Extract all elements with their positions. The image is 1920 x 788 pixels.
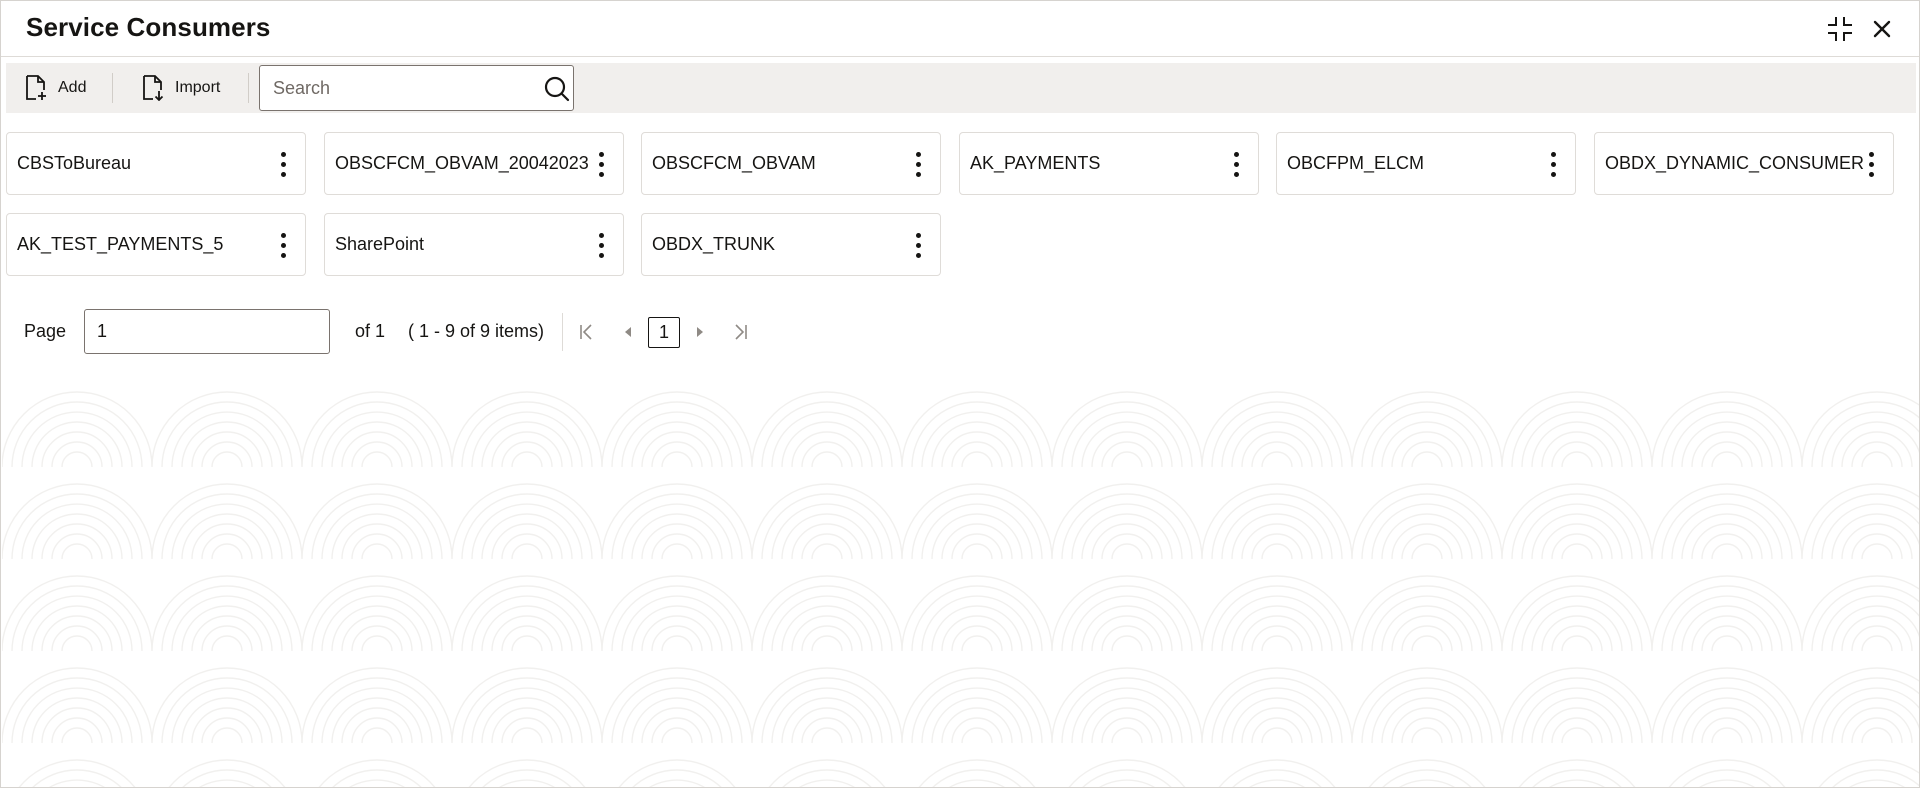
kebab-dot-icon	[915, 171, 921, 177]
card-actions-menu[interactable]	[271, 228, 295, 262]
kebab-dot-icon	[280, 171, 286, 177]
card-label: OBSCFCM_OBVAM	[652, 153, 816, 173]
pagination-bar: Page of 1 ( 1 - 9 of 9 items) 1	[1, 309, 801, 355]
toolbar-divider	[112, 73, 113, 103]
kebab-dot-icon	[915, 252, 921, 258]
toolbar: Add Import	[6, 63, 1916, 113]
add-button[interactable]: Add	[16, 70, 94, 106]
import-button-label: Import	[175, 79, 221, 96]
import-button[interactable]: Import	[133, 70, 228, 106]
search-field	[259, 65, 574, 111]
page-label: Page	[24, 321, 67, 341]
previous-page-icon	[625, 327, 631, 337]
service-consumer-card[interactable]: AK_TEST_PAYMENTS_5	[6, 213, 306, 276]
service-consumer-card[interactable]: SharePoint	[324, 213, 624, 276]
search-icon[interactable]	[544, 76, 570, 102]
pagination-divider	[562, 313, 563, 351]
kebab-dot-icon	[598, 171, 604, 177]
kebab-dot-icon	[1868, 171, 1874, 177]
kebab-dot-icon	[1868, 161, 1874, 167]
card-actions-menu[interactable]	[589, 228, 613, 262]
card-label: OBDX_TRUNK	[652, 234, 776, 254]
next-page-button[interactable]	[689, 321, 711, 343]
close-icon	[1873, 20, 1891, 38]
kebab-dot-icon	[598, 161, 604, 167]
kebab-dot-icon	[280, 242, 286, 248]
collapse-icon	[1828, 17, 1852, 41]
service-consumer-card[interactable]: OBDX_TRUNK	[641, 213, 941, 276]
kebab-dot-icon	[1550, 161, 1556, 167]
add-document-icon	[26, 75, 46, 100]
kebab-dot-icon	[1550, 151, 1556, 157]
kebab-dot-icon	[280, 232, 286, 238]
import-document-icon	[143, 75, 164, 101]
page-1-button[interactable]: 1	[648, 317, 680, 348]
next-page-icon	[697, 327, 703, 337]
card-label: OBDX_DYNAMIC_CONSUMER	[1605, 153, 1865, 173]
service-consumer-card[interactable]: OBCFPM_ELCM	[1276, 132, 1576, 195]
card-label: CBSToBureau	[17, 153, 132, 173]
card-label: SharePoint	[335, 234, 425, 254]
close-button[interactable]	[1866, 13, 1898, 45]
card-actions-menu[interactable]	[589, 147, 613, 181]
last-page-icon	[735, 324, 747, 340]
card-label: OBCFPM_ELCM	[1287, 153, 1425, 173]
kebab-dot-icon	[280, 161, 286, 167]
toolbar-divider	[248, 73, 249, 103]
card-label: AK_TEST_PAYMENTS_5	[17, 234, 224, 254]
kebab-dot-icon	[915, 242, 921, 248]
first-page-icon	[580, 324, 592, 340]
card-actions-menu[interactable]	[1541, 147, 1565, 181]
kebab-dot-icon	[280, 252, 286, 258]
kebab-dot-icon	[280, 151, 286, 157]
service-consumer-card[interactable]: OBSCFCM_OBVAM_20042023	[324, 132, 624, 195]
previous-page-button[interactable]	[617, 321, 639, 343]
card-actions-menu[interactable]	[906, 228, 930, 262]
page-title: Service Consumers	[26, 12, 271, 42]
card-actions-menu[interactable]	[1224, 147, 1248, 181]
kebab-dot-icon	[598, 232, 604, 238]
page-number-input[interactable]	[84, 309, 330, 354]
kebab-dot-icon	[1233, 151, 1239, 157]
kebab-dot-icon	[1550, 171, 1556, 177]
collapse-button[interactable]	[1824, 13, 1856, 45]
kebab-dot-icon	[598, 242, 604, 248]
page-total-label: of 1	[355, 321, 386, 341]
last-page-button[interactable]	[729, 321, 751, 343]
kebab-dot-icon	[915, 161, 921, 167]
service-consumer-card[interactable]: AK_PAYMENTS	[959, 132, 1259, 195]
kebab-dot-icon	[598, 252, 604, 258]
kebab-dot-icon	[915, 232, 921, 238]
card-actions-menu[interactable]	[1859, 147, 1883, 181]
items-summary: ( 1 - 9 of 9 items)	[408, 321, 545, 341]
kebab-dot-icon	[1868, 151, 1874, 157]
service-consumers-window: Service Consumers Add Import Search CBST…	[0, 0, 1920, 788]
first-page-button[interactable]	[576, 321, 598, 343]
service-consumer-card[interactable]: OBSCFCM_OBVAM	[641, 132, 941, 195]
search-input[interactable]	[260, 66, 530, 110]
card-actions-menu[interactable]	[906, 147, 930, 181]
card-label: OBSCFCM_OBVAM_20042023	[335, 153, 589, 173]
kebab-dot-icon	[598, 151, 604, 157]
card-label: AK_PAYMENTS	[970, 153, 1101, 173]
card-actions-menu[interactable]	[271, 147, 295, 181]
kebab-dot-icon	[1233, 161, 1239, 167]
kebab-dot-icon	[915, 151, 921, 157]
service-consumer-card[interactable]: CBSToBureau	[6, 132, 306, 195]
kebab-dot-icon	[1233, 171, 1239, 177]
add-button-label: Add	[58, 79, 87, 96]
service-consumer-card[interactable]: OBDX_DYNAMIC_CONSUMER	[1594, 132, 1894, 195]
dialog-header: Service Consumers	[1, 1, 1919, 57]
background-pattern	[2, 375, 1919, 787]
